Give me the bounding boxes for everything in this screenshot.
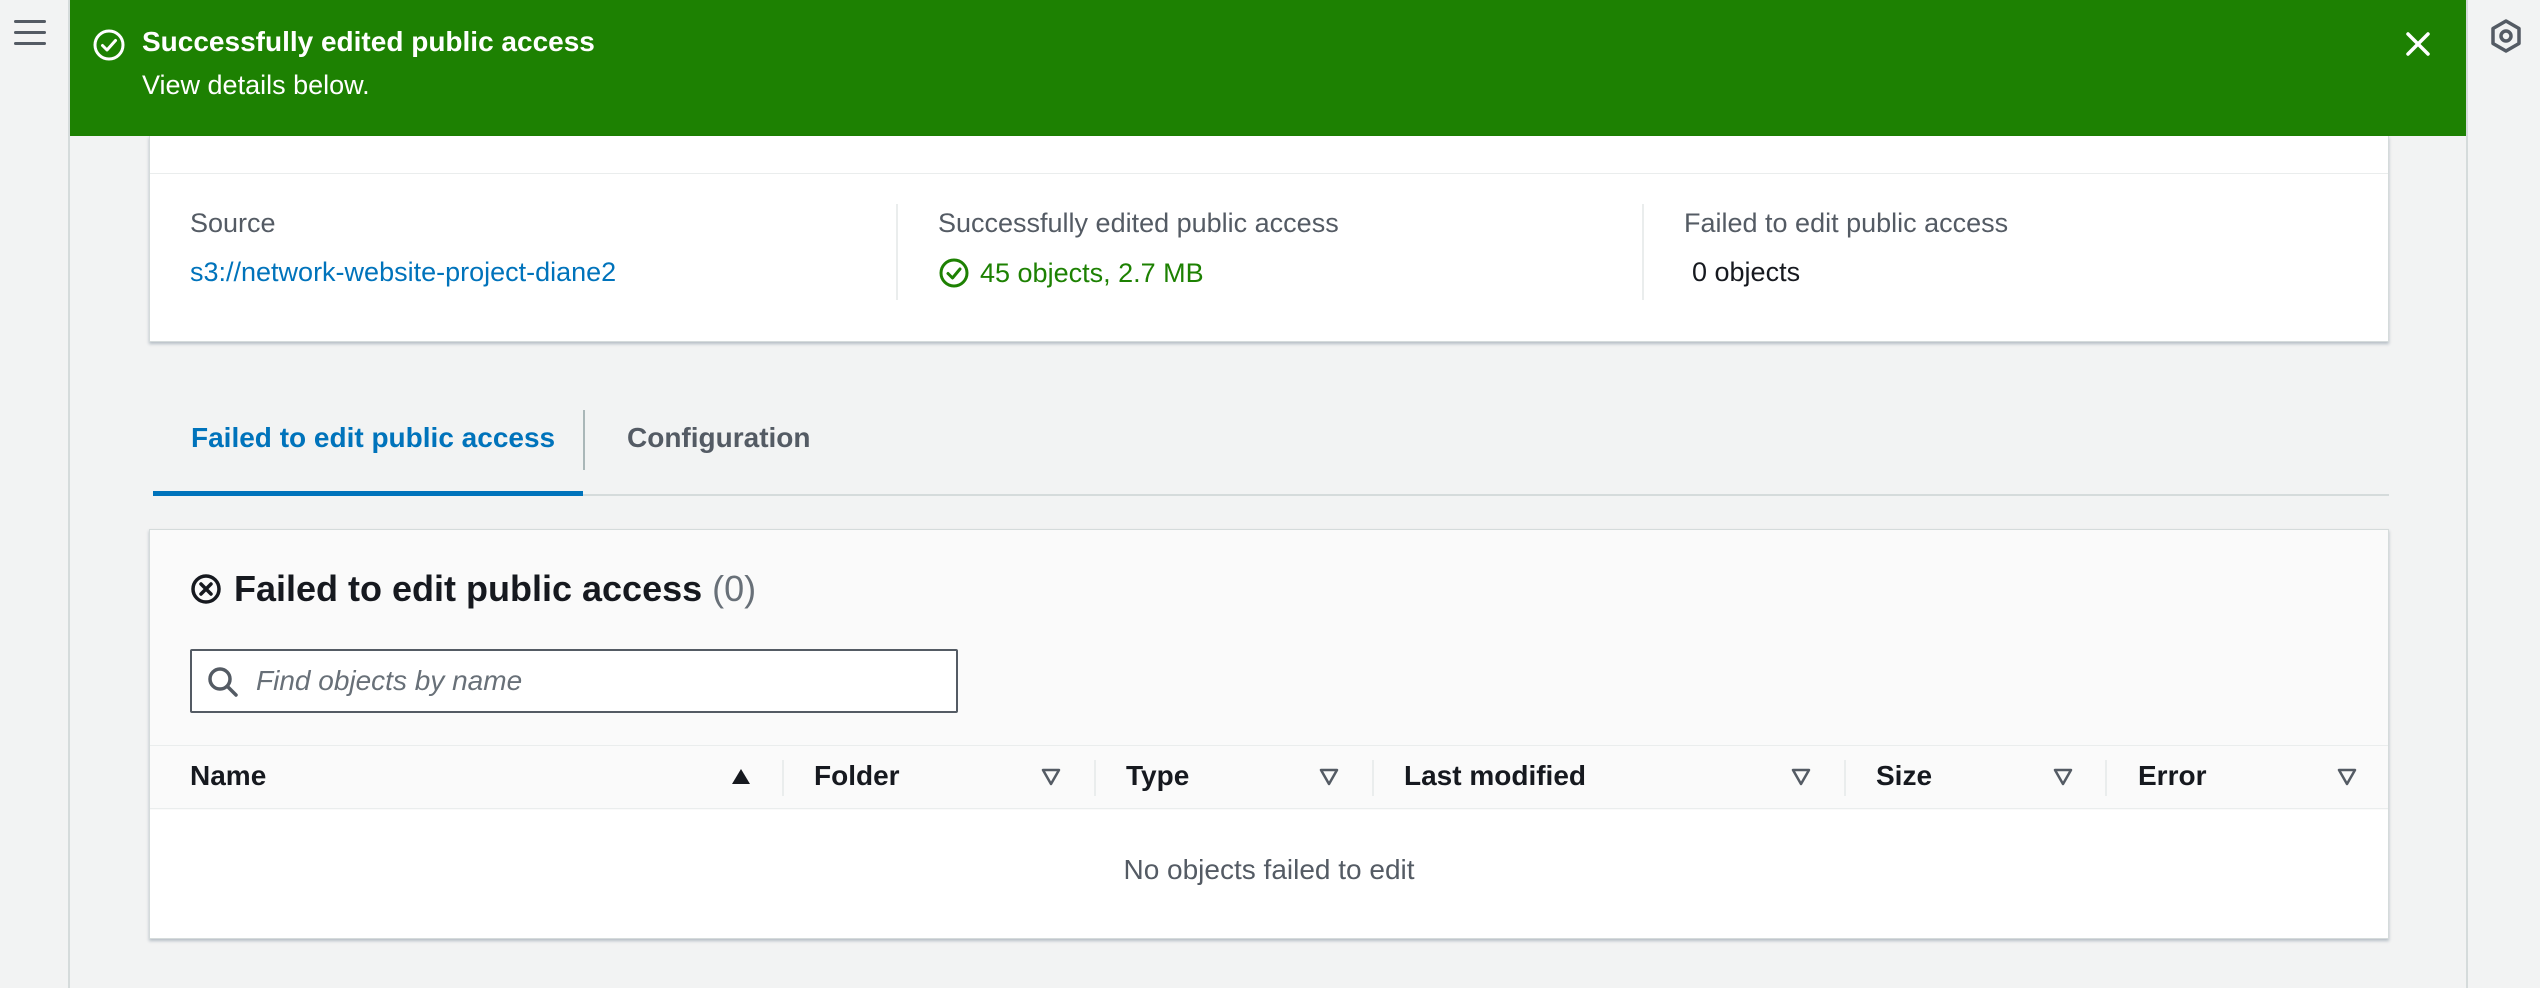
panel-count: (0) [712, 568, 757, 609]
source-bucket-link[interactable]: s3://network-website-project-diane2 [190, 257, 616, 288]
column-separator [1844, 760, 1846, 796]
source-column: Source s3://network-website-project-dian… [190, 208, 616, 288]
sort-icon[interactable] [1790, 766, 1812, 788]
column-header-name[interactable]: Name [190, 746, 266, 808]
failed-column: Failed to edit public access 0 objects [1684, 208, 2008, 288]
check-circle-icon [93, 29, 125, 61]
table-body: No objects failed to edit [150, 810, 2388, 938]
empty-table-message: No objects failed to edit [1123, 854, 1415, 885]
tab-configuration[interactable]: Configuration [627, 408, 811, 496]
tabs-bar: Failed to edit public access Configurati… [153, 408, 2389, 496]
column-divider [896, 204, 898, 300]
column-header-error[interactable]: Error [2138, 746, 2206, 808]
column-divider [1642, 204, 1644, 300]
failed-objects-panel: Failed to edit public access (0) Name Fo… [149, 529, 2389, 939]
column-header-last-modified[interactable]: Last modified [1404, 746, 1586, 808]
info-panel-icon[interactable] [2488, 18, 2524, 54]
search-box [190, 649, 958, 713]
sort-icon[interactable] [2052, 766, 2074, 788]
success-label: Successfully edited public access [938, 208, 1339, 238]
error-circle-icon [191, 574, 221, 604]
status-success-icon [939, 258, 969, 288]
close-icon[interactable] [2400, 26, 2436, 62]
summary-header-strip [150, 136, 2388, 174]
column-separator [782, 760, 784, 796]
search-icon [208, 667, 238, 697]
failed-value: 0 objects [1692, 257, 1801, 287]
sort-icon[interactable] [1318, 766, 1340, 788]
column-header-size[interactable]: Size [1876, 746, 1932, 808]
flash-subtitle: View details below. [142, 70, 370, 100]
right-tools-rail [2466, 0, 2540, 988]
success-column: Successfully edited public access 45 obj… [938, 208, 1339, 289]
flash-title: Successfully edited public access [142, 26, 595, 57]
sort-icon[interactable] [2336, 766, 2358, 788]
sort-icon[interactable] [1040, 766, 1062, 788]
panel-header: Failed to edit public access (0) [190, 568, 756, 610]
menu-icon[interactable] [14, 20, 46, 48]
column-header-type[interactable]: Type [1126, 746, 1189, 808]
column-separator [1094, 760, 1096, 796]
panel-title: Failed to edit public access [234, 568, 703, 609]
sort-ascending-icon[interactable] [730, 766, 752, 788]
column-separator [1372, 760, 1374, 796]
column-separator [2105, 760, 2107, 796]
tab-failed-to-edit[interactable]: Failed to edit public access [153, 408, 583, 496]
failed-label: Failed to edit public access [1684, 208, 2009, 238]
success-flash-banner: Successfully edited public access View d… [70, 0, 2466, 136]
source-label: Source [190, 208, 276, 238]
left-navigation-rail [0, 0, 70, 988]
search-input[interactable] [256, 661, 936, 701]
success-value: 45 objects, 2.7 MB [980, 257, 1204, 288]
summary-card: Source s3://network-website-project-dian… [149, 136, 2389, 342]
tab-divider [583, 410, 585, 470]
column-header-folder[interactable]: Folder [814, 746, 900, 808]
table-header: Name Folder Type Last modified Size Erro… [150, 745, 2388, 809]
